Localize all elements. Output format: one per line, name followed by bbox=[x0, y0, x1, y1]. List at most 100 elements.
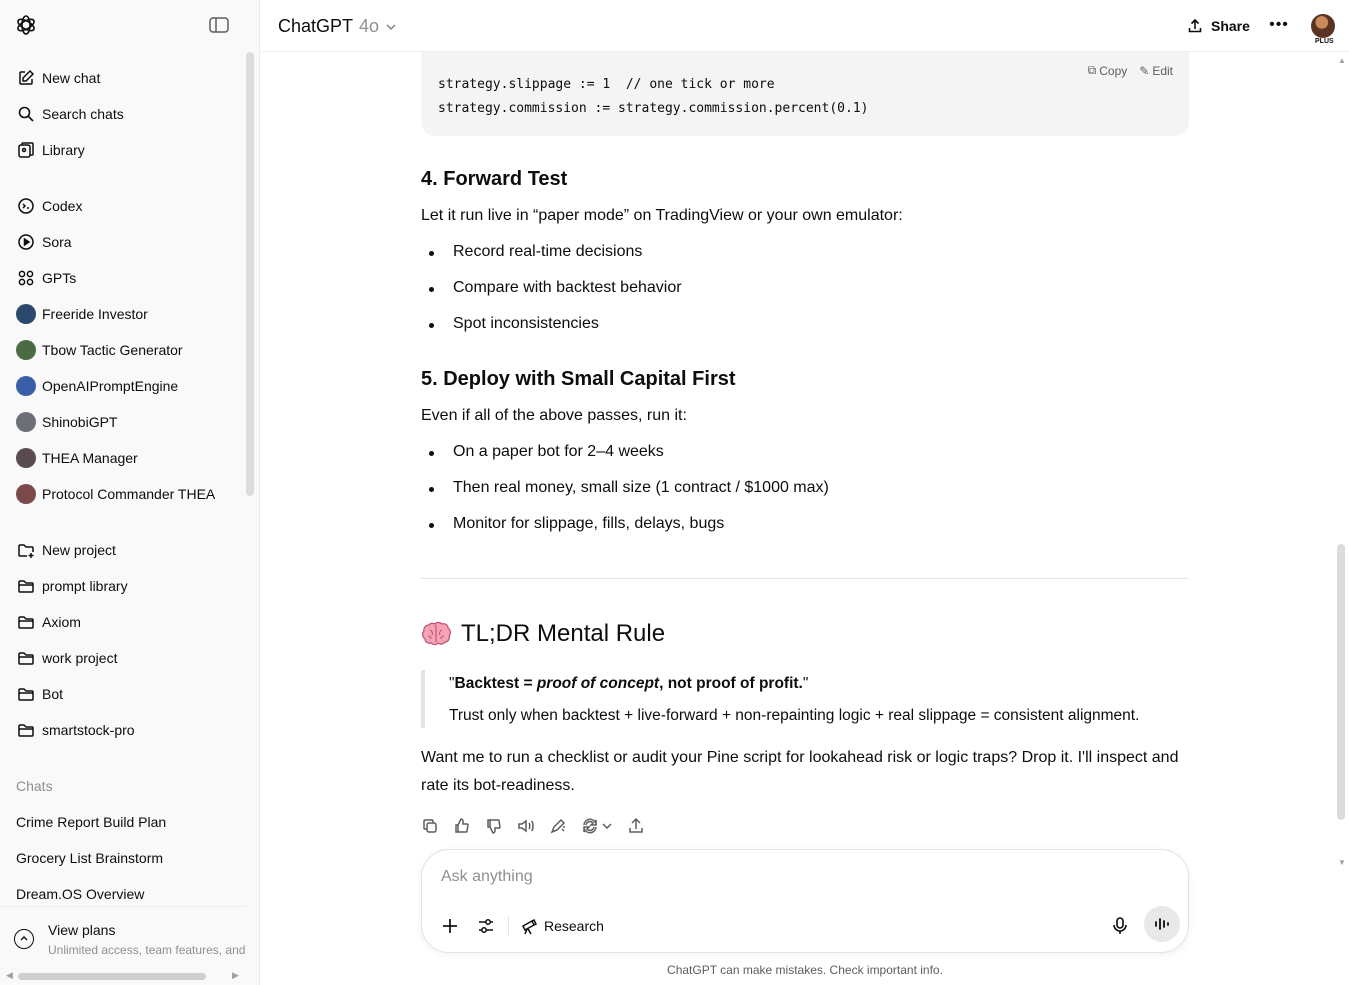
close-quote: " bbox=[802, 675, 809, 692]
sidebar-item-codex[interactable]: Codex bbox=[8, 188, 248, 224]
edit-code-button[interactable]: ✎ Edit bbox=[1139, 63, 1173, 78]
folder-icon bbox=[16, 648, 36, 668]
view-plans-button[interactable]: View plans Unlimited access, team featur… bbox=[0, 906, 246, 966]
divider bbox=[421, 578, 1189, 579]
top-header: ChatGPT 4o Share ••• PLUS bbox=[260, 0, 1349, 52]
gpt-avatar-icon bbox=[16, 304, 36, 324]
chats-heading: Chats bbox=[16, 778, 53, 794]
view-plans-title: View plans bbox=[48, 922, 116, 938]
conversation-scrollbar[interactable] bbox=[1337, 544, 1345, 820]
folder-plus-icon bbox=[16, 540, 36, 560]
copy-code-button[interactable]: ⧉ Copy bbox=[1088, 63, 1128, 78]
quote-line-2: Trust only when backtest + live-forward … bbox=[449, 707, 1140, 724]
sidebar-item-label: work project bbox=[42, 650, 118, 666]
sidebar-gpt-shinobigpt[interactable]: ShinobiGPT bbox=[8, 404, 248, 440]
prompt-input[interactable] bbox=[441, 868, 1041, 886]
sidebar-item-label: Library bbox=[42, 142, 85, 158]
model-selector[interactable]: ChatGPT 4o bbox=[278, 16, 397, 37]
regenerate-icon[interactable] bbox=[581, 817, 613, 835]
plus-icon[interactable] bbox=[440, 916, 460, 936]
scroll-up-icon[interactable]: ▲ bbox=[1338, 56, 1346, 65]
share-label: Share bbox=[1211, 18, 1250, 34]
read-aloud-icon[interactable] bbox=[517, 817, 535, 835]
voice-mode-icon[interactable] bbox=[1144, 906, 1180, 942]
sidebar-item-label: Tbow Tactic Generator bbox=[42, 342, 183, 358]
folder-icon bbox=[16, 684, 36, 704]
sidebar-project-smartstock-pro[interactable]: smartstock-pro bbox=[8, 712, 248, 748]
more-options-icon[interactable]: ••• bbox=[1268, 14, 1290, 36]
conversation-area: ⧉ Copy ✎ Edit strategy.slippage := 1 // on… bbox=[260, 52, 1349, 985]
code-line: strategy.commission := strategy.commissi… bbox=[438, 101, 869, 116]
research-label: Research bbox=[544, 918, 604, 934]
share-icon[interactable] bbox=[627, 817, 645, 835]
model-version: 4o bbox=[359, 16, 380, 36]
chat-item[interactable]: Grocery List Brainstorm bbox=[8, 840, 248, 876]
list-item: On a paper bot for 2–4 weeks bbox=[421, 443, 664, 461]
plan-badge: PLUS bbox=[1315, 38, 1334, 45]
sidebar-item-label: Codex bbox=[42, 198, 83, 214]
code-block: ⧉ Copy ✎ Edit strategy.slippage := 1 // on… bbox=[421, 52, 1189, 136]
search-icon bbox=[16, 104, 36, 124]
microphone-icon[interactable] bbox=[1110, 916, 1130, 936]
sidebar-gpt-openaipromptengine[interactable]: OpenAIPromptEngine bbox=[8, 368, 248, 404]
section-intro: Even if all of the above passes, run it: bbox=[421, 407, 687, 424]
quote-emphasis: proof of concept bbox=[536, 675, 660, 692]
code-actions: ⧉ Copy ✎ Edit bbox=[1088, 63, 1173, 78]
sidebar-item-label: ShinobiGPT bbox=[42, 414, 118, 430]
list-item: Then real money, small size (1 contract … bbox=[421, 479, 829, 497]
sidebar-item-library[interactable]: Library bbox=[8, 132, 248, 168]
telescope-icon bbox=[520, 917, 538, 935]
scroll-left-icon[interactable]: ◀ bbox=[6, 970, 13, 981]
quote-tail: , not proof of profit. bbox=[659, 675, 803, 692]
sidebar-toggle-icon[interactable] bbox=[209, 16, 229, 34]
sidebar-item-search-chats[interactable]: Search chats bbox=[8, 96, 248, 132]
sidebar-item-label: prompt library bbox=[42, 578, 128, 594]
scroll-right-icon[interactable]: ▶ bbox=[232, 970, 239, 981]
sidebar-item-new-project[interactable]: New project bbox=[8, 532, 248, 568]
disclaimer: ChatGPT can make mistakes. Check importa… bbox=[667, 963, 943, 977]
gpt-avatar-icon bbox=[16, 340, 36, 360]
sidebar-gpt-protocol-commander-thea[interactable]: Protocol Commander THEA bbox=[8, 476, 248, 512]
sidebar-project-work-project[interactable]: work project bbox=[8, 640, 248, 676]
share-button[interactable]: Share bbox=[1187, 15, 1250, 37]
thumbs-down-icon[interactable] bbox=[485, 817, 503, 835]
sidebar-item-new-chat[interactable]: New chat bbox=[8, 60, 248, 96]
share-icon bbox=[1187, 18, 1203, 34]
chat-item[interactable]: Crime Report Build Plan bbox=[8, 804, 248, 840]
sidebar-project-bot[interactable]: Bot bbox=[8, 676, 248, 712]
brain-icon bbox=[422, 621, 451, 646]
thumbs-up-icon[interactable] bbox=[453, 817, 471, 835]
sidebar-gpt-tbow-tactic-generator[interactable]: Tbow Tactic Generator bbox=[8, 332, 248, 368]
sidebar-item-gpts[interactable]: GPTs bbox=[8, 260, 248, 296]
tldr-heading: TL;DR Mental Rule bbox=[421, 620, 665, 648]
sidebar-nav: New chat Search chats Library Codex Sora… bbox=[8, 60, 248, 912]
folder-icon bbox=[16, 612, 36, 632]
copy-icon: ⧉ bbox=[1087, 63, 1097, 77]
sidebar-item-sora[interactable]: Sora bbox=[8, 224, 248, 260]
openai-logo-icon[interactable] bbox=[14, 13, 38, 37]
code-line: strategy.slippage := 1 // one tick or mo… bbox=[438, 77, 775, 92]
sidebar-project-prompt-library[interactable]: prompt library bbox=[8, 568, 248, 604]
sidebar-gpt-thea-manager[interactable]: THEA Manager bbox=[8, 440, 248, 476]
copy-label: Copy bbox=[1099, 63, 1128, 78]
codex-icon bbox=[16, 196, 36, 216]
folder-icon bbox=[16, 720, 36, 740]
scroll-down-icon[interactable]: ▼ bbox=[1338, 858, 1346, 867]
sidebar-project-axiom[interactable]: Axiom bbox=[8, 604, 248, 640]
user-avatar[interactable] bbox=[1311, 14, 1335, 38]
gpt-avatar-icon bbox=[16, 448, 36, 468]
sidebar-gpt-freeride-investor[interactable]: Freeride Investor bbox=[8, 296, 248, 332]
section-intro: Let it run live in “paper mode” on Tradi… bbox=[421, 207, 903, 224]
copy-icon[interactable] bbox=[421, 817, 439, 835]
research-button[interactable]: Research bbox=[520, 914, 604, 938]
composer-divider bbox=[508, 916, 509, 936]
sidebar-scrollbar[interactable] bbox=[246, 52, 254, 496]
library-icon bbox=[16, 140, 36, 160]
tools-icon[interactable] bbox=[476, 916, 496, 936]
app-title: ChatGPT bbox=[278, 16, 354, 36]
gpt-avatar-icon bbox=[16, 376, 36, 396]
sidebar-horizontal-scrollbar[interactable] bbox=[18, 973, 206, 980]
sidebar-item-label: OpenAIPromptEngine bbox=[42, 378, 179, 394]
edit-in-canvas-icon[interactable] bbox=[549, 817, 567, 835]
sidebar-item-label: New project bbox=[42, 542, 116, 558]
